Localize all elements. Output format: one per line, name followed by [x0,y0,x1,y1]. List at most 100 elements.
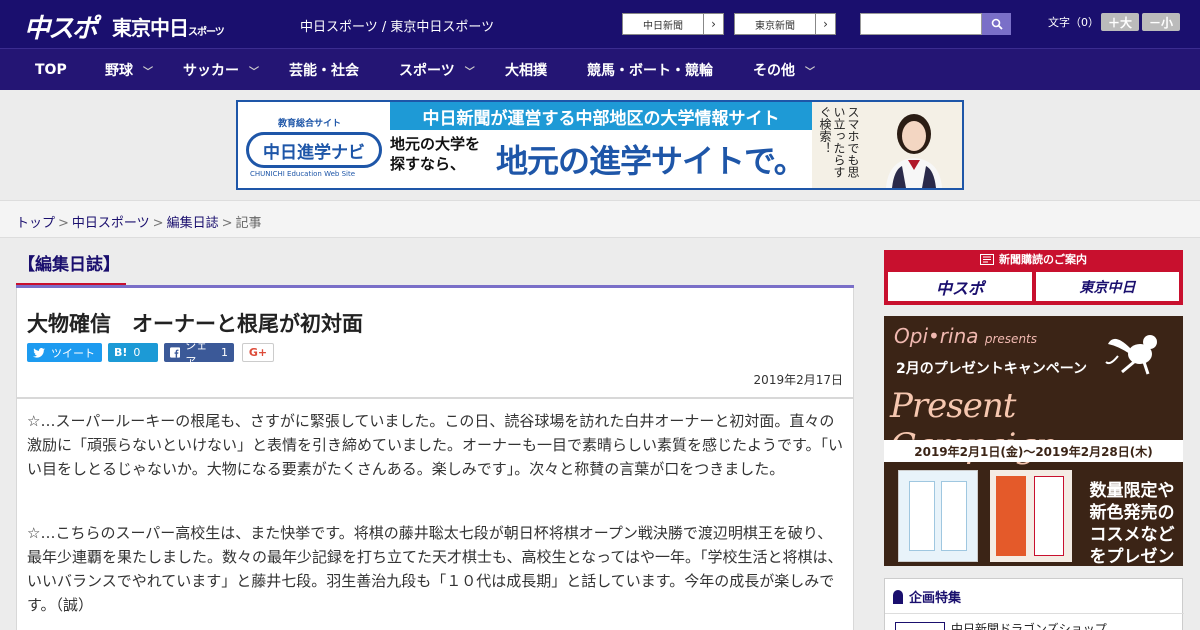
feature-item[interactable]: 中日新聞ドラゴンズショップ [885,613,1184,630]
search-input[interactable] [860,13,982,35]
banner-headline: 中日新聞が運営する中部地区の大学情報サイト [390,102,812,130]
breadcrumb-bar: トップ > 中日スポーツ > 編集日誌 > 記事 [0,200,1200,238]
nav-item-soccer[interactable]: サッカー ﹀ [183,49,259,91]
breadcrumb-current: 記事 [235,216,262,231]
feature-heading-label: 企画特集 [909,591,962,606]
feature-item-label: 中日新聞ドラゴンズショップ [951,622,1107,630]
shingaku-navi-banner[interactable]: 教育総合サイト 中日進学ナビ CHUNICHI Education Web Si… [236,100,964,190]
breadcrumb-top[interactable]: トップ [16,216,55,231]
header-bar: 中スポ 東京中日スポーツ 中日スポーツ / 東京中日スポーツ 中日新聞 › 東京… [0,0,1200,48]
nav-item-top[interactable]: TOP [35,49,67,91]
promo-campaign-title: 2月のプレゼントキャンペーン [896,361,1088,377]
skincare-product-image [898,470,978,562]
subscription-heading-label: 新聞購読のご案内 [999,253,1087,266]
twitter-icon [33,347,45,358]
nav-item-label: サッカー [183,63,239,79]
nav-item-label: スポーツ [399,63,455,79]
banner-vertical-text: スマホでも思い立ったらすぐ検索！ [818,106,860,178]
feature-box: 企画特集 中日新聞ドラゴンズショップ [884,578,1184,630]
newspaper-icon [980,253,994,265]
chevron-down-icon: ﹀ [805,66,815,78]
facebook-icon [170,347,181,358]
section-heading: 【編集日誌】 [16,248,126,286]
nav-item-label: 競馬・ボート・競輪 [587,63,713,79]
promo-limited-text: 数量限定や新色発売のコスメなどをプレゼント! [1089,481,1175,566]
edu-site-label: 教育総合サイト [278,119,342,129]
nav-item-other[interactable]: その他 ﹀ [753,49,815,91]
tokyo-shimbun-link[interactable]: 東京新聞 › [734,13,836,35]
tattoo-eyeliner-product-image [990,470,1072,562]
chunichi-shimbun-label: 中日新聞 [643,20,683,32]
student-photo [886,114,942,188]
ribbon-icon [893,589,903,604]
article-title: 大物確信 オーナーと根尾が初対面 [27,312,363,336]
breadcrumb-separator: > [221,216,233,231]
promo-brand: Opi•rina presents [894,324,1037,348]
tweet-label: ツイート [51,346,95,360]
chevron-right-icon: › [815,14,835,34]
subscription-box: 新聞購読のご案内 中スポ 東京中日 [884,250,1183,305]
promo-brand-name: Opi•rina [894,324,979,348]
navi-logo-area: 教育総合サイト 中日進学ナビ CHUNICHI Education Web Si… [238,102,390,188]
facebook-share-label: シェア [185,338,208,368]
nav-item-label: 大相撲 [505,63,547,79]
breadcrumb: トップ > 中日スポーツ > 編集日誌 > 記事 [16,212,262,231]
article-body: ☆…スーパールーキーの根尾も、さすがに緊張していました。この日、読谷球場を訪れた… [16,398,854,630]
present-campaign-ad[interactable]: Opi•rina presents 2月のプレゼントキャンペーン Present… [884,316,1183,566]
hatena-bookmark-button[interactable]: B! 0 [108,343,158,362]
facebook-share-button[interactable]: シェア 1 [164,339,234,368]
nav-item-racing[interactable]: 競馬・ボート・競輪 [587,49,713,91]
chunichi-shimbun-link[interactable]: 中日新聞 › [622,13,724,35]
cupid-icon [1105,335,1157,375]
nav-item-baseball[interactable]: 野球 ﹀ [105,49,153,91]
tokyo-chunichi-logo[interactable]: 東京中日スポーツ [112,12,225,41]
chevron-down-icon: ﹀ [464,66,475,78]
feature-thumbnail [895,622,945,630]
font-size-label: 文字（0） [1048,16,1099,29]
chevron-down-icon: ﹀ [143,66,153,78]
subscribe-chuspo-button[interactable]: 中スポ [888,272,1032,301]
search-icon [991,18,1003,30]
site-names: 中日スポーツ / 東京中日スポーツ [300,20,495,35]
subscription-heading: 新聞購読のご案内 [884,250,1183,268]
google-plus-button[interactable]: G+ [242,343,274,362]
chevron-right-icon: › [703,14,723,34]
navi-logo-subtitle: CHUNICHI Education Web Site [250,170,356,178]
nav-item-label: 野球 [105,63,133,79]
nav-item-label: その他 [753,63,795,79]
facebook-share-count: 1 [221,346,228,359]
breadcrumb-separator: > [58,216,69,231]
nav-item-sumo[interactable]: 大相撲 [505,49,547,91]
article-paragraph: ☆…スーパールーキーの根尾も、さすがに緊張していました。この日、読谷球場を訪れた… [27,412,844,478]
chuspo-logo[interactable]: 中スポ [24,8,98,45]
feature-heading: 企画特集 [893,587,961,606]
chevron-down-icon: ﹀ [249,66,259,78]
subscribe-tokyo-chunichi-button[interactable]: 東京中日 [1036,272,1179,301]
breadcrumb-separator: > [152,216,164,231]
tweet-button[interactable]: ツイート [27,343,102,362]
breadcrumb-chunichi-sports[interactable]: 中日スポーツ [72,216,150,231]
banner-subtext: 地元の大学を探すなら、 [390,135,481,173]
article-date: 2019年2月17日 [753,373,843,387]
promo-brand-suffix: presents [984,332,1038,346]
hatena-icon: B! [114,346,128,359]
nav-item-sports[interactable]: スポーツ ﹀ [399,49,475,91]
search-button[interactable] [982,13,1011,35]
banner-catchcopy: 地元の進学サイトで。 [496,142,806,180]
promo-dates: 2019年2月1日(金)～2019年2月28日(木) [884,440,1183,462]
nav-item-entertainment[interactable]: 芸能・社会 [289,49,359,91]
font-smaller-button[interactable]: －小 [1142,13,1180,31]
article-header: 大物確信 オーナーと根尾が初対面 ツイート B! 0 シェア 1 G+ 2019… [16,288,854,398]
tokyo-chunichi-logo-text: 東京中日 [112,16,189,40]
nav-item-label: TOP [35,62,67,78]
font-larger-button[interactable]: ＋大 [1101,13,1139,31]
article-paragraph: ☆…こちらのスーパー高校生は、また快挙です。将棋の藤井聡太七段が朝日杯将棋オープ… [27,524,843,614]
navi-logo: 中日進学ナビ [246,132,382,168]
tokyo-shimbun-label: 東京新聞 [755,20,795,32]
banner-photo-area: スマホでも思い立ったらすぐ検索！ [812,102,962,188]
main-nav: TOP 野球 ﹀ サッカー ﹀ 芸能・社会 スポーツ ﹀ 大相撲 競馬・ボート・… [0,48,1200,90]
breadcrumb-editorial-diary[interactable]: 編集日誌 [167,216,219,231]
hatena-count: 0 [133,346,141,359]
nav-item-label: 芸能・社会 [289,63,359,79]
tokyo-chunichi-logo-suffix: スポーツ [188,27,225,38]
